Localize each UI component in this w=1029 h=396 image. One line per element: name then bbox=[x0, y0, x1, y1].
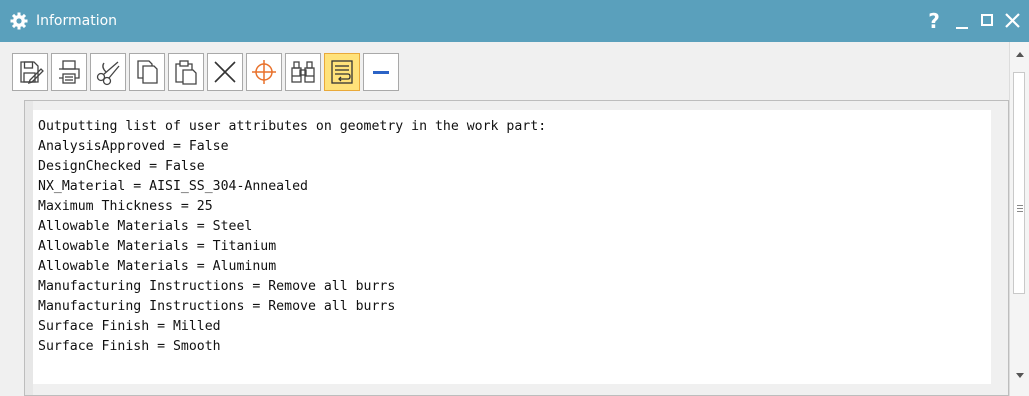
toolbar bbox=[12, 50, 399, 94]
output-line: DesignChecked = False bbox=[38, 159, 205, 174]
output-line: NX_Material = AISI_SS_304-Annealed bbox=[38, 179, 308, 194]
gear-icon bbox=[10, 12, 28, 30]
scrollbar-thumb[interactable] bbox=[1013, 72, 1025, 294]
close-button[interactable] bbox=[1001, 6, 1025, 36]
scroll-down-arrow-icon[interactable] bbox=[1016, 373, 1024, 378]
copy-icon bbox=[137, 60, 158, 84]
cut-icon bbox=[96, 61, 120, 86]
window-controls: ? bbox=[919, 6, 1025, 36]
find-button[interactable] bbox=[285, 53, 321, 91]
title-bar: Information ? bbox=[0, 0, 1029, 42]
minimize-panel-button[interactable] bbox=[363, 53, 399, 91]
vertical-scrollbar[interactable] bbox=[1009, 42, 1029, 396]
copy-button[interactable] bbox=[129, 53, 165, 91]
print-icon bbox=[59, 60, 80, 84]
output-line: Allowable Materials = Aluminum bbox=[38, 259, 277, 274]
print-button[interactable] bbox=[51, 53, 87, 91]
delete-icon bbox=[214, 61, 236, 83]
output-gutter bbox=[24, 100, 33, 396]
window-title: Information bbox=[36, 13, 118, 29]
maximize-button[interactable] bbox=[975, 6, 1001, 36]
output-line: Maximum Thickness = 25 bbox=[38, 199, 213, 214]
help-button[interactable]: ? bbox=[919, 9, 949, 33]
output-line: Surface Finish = Smooth bbox=[38, 339, 221, 354]
output-line: Surface Finish = Milled bbox=[38, 319, 221, 334]
paste-button[interactable] bbox=[168, 53, 204, 91]
output-line: Outputting list of user attributes on ge… bbox=[38, 119, 547, 134]
close-icon bbox=[1005, 13, 1020, 28]
target-button[interactable] bbox=[246, 53, 282, 91]
scroll-up-arrow-icon[interactable] bbox=[1016, 52, 1024, 57]
output-line: Manufacturing Instructions = Remove all … bbox=[38, 299, 396, 314]
minimize-button[interactable] bbox=[949, 6, 975, 36]
grip-icon bbox=[1017, 205, 1023, 212]
information-output[interactable]: Outputting list of user attributes on ge… bbox=[33, 110, 991, 384]
paste-icon bbox=[175, 60, 197, 85]
delete-button[interactable] bbox=[207, 53, 243, 91]
cut-button[interactable] bbox=[90, 53, 126, 91]
save-edit-icon bbox=[20, 61, 44, 85]
output-line: Manufacturing Instructions = Remove all … bbox=[38, 279, 396, 294]
target-icon bbox=[252, 60, 276, 84]
output-line: Allowable Materials = Steel bbox=[38, 219, 253, 234]
output-line: Allowable Materials = Titanium bbox=[38, 239, 277, 254]
output-line: AnalysisApproved = False bbox=[38, 139, 229, 154]
word-wrap-icon bbox=[331, 60, 353, 84]
find-icon bbox=[291, 61, 315, 83]
save-button[interactable] bbox=[12, 53, 48, 91]
word-wrap-button[interactable] bbox=[324, 53, 360, 91]
minimize-panel-icon bbox=[373, 71, 389, 74]
